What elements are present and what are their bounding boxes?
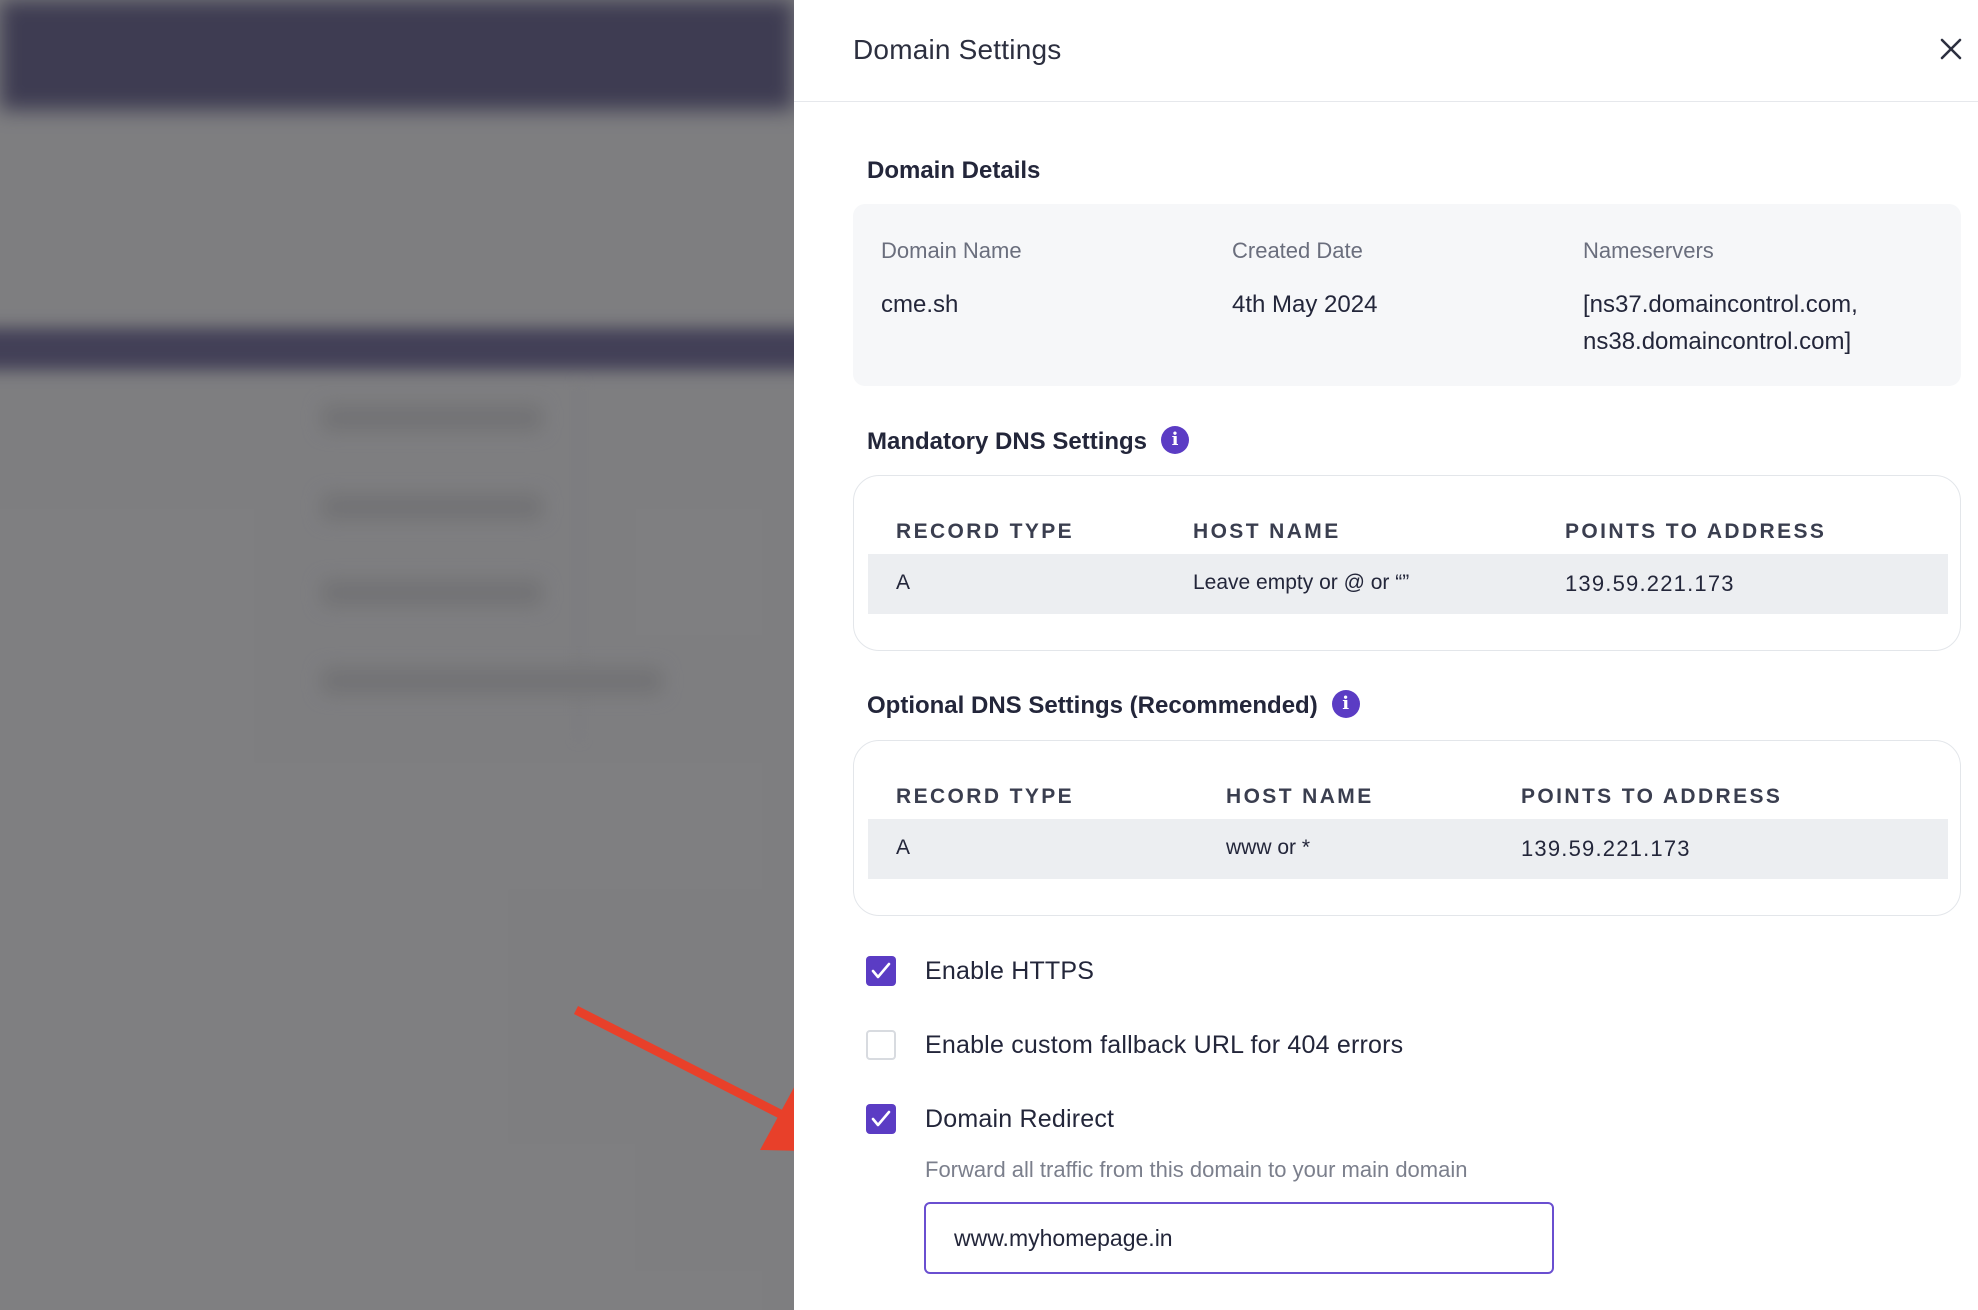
drawer-header: Domain Settings (794, 0, 1978, 102)
created-date-label: Created Date (1232, 238, 1363, 263)
column-header-record-type: RECORD TYPE (896, 520, 1075, 543)
mandatory-dns-title: Mandatory DNS Settings i (867, 425, 1190, 457)
created-date-value: 4th May 2024 (1232, 291, 1378, 318)
info-icon[interactable]: i (1331, 689, 1360, 718)
domain-details-card: Domain Name cme.sh Created Date 4th May … (853, 204, 1961, 386)
points-to-cell: 139.59.221.173 (1521, 836, 1691, 861)
record-type-cell: A (896, 836, 911, 859)
nameservers-field: Nameservers [ns37.domaincontrol.com, ns3… (1583, 238, 1858, 360)
domain-redirect-checkbox[interactable] (866, 1104, 896, 1134)
info-icon[interactable]: i (1161, 425, 1190, 454)
created-date-field: Created Date 4th May 2024 (1232, 238, 1377, 323)
record-type-cell: A (896, 571, 911, 594)
checkmark-icon (871, 962, 891, 979)
domain-name-label: Domain Name (881, 238, 1022, 263)
redirect-url-input[interactable] (924, 1202, 1554, 1274)
nameservers-value: [ns37.domaincontrol.com, ns38.domaincont… (1583, 291, 1858, 355)
close-button[interactable] (1936, 34, 1966, 64)
domain-name-field: Domain Name cme.sh (881, 238, 1022, 323)
domain-details-title: Domain Details (867, 157, 1041, 184)
optional-dns-title-text: Optional DNS Settings (Recommended) (867, 692, 1318, 719)
host-name-cell: Leave empty or @ or “” (1193, 571, 1410, 594)
column-header-points-to: POINTS TO ADDRESS (1565, 520, 1827, 543)
optional-dns-title: Optional DNS Settings (Recommended) i (867, 689, 1360, 721)
mandatory-dns-table: RECORD TYPE HOST NAME POINTS TO ADDRESS … (853, 475, 1961, 651)
enable-https-checkbox[interactable] (866, 956, 896, 986)
domain-redirect-helper-text: Forward all traffic from this domain to … (925, 1157, 1468, 1182)
optional-dns-table: RECORD TYPE HOST NAME POINTS TO ADDRESS … (853, 740, 1961, 916)
domain-redirect-label[interactable]: Domain Redirect (925, 1105, 1114, 1134)
table-row: A Leave empty or @ or “” 139.59.221.173 (868, 554, 1948, 614)
checkmark-icon (871, 1110, 891, 1127)
host-name-cell: www or * (1226, 836, 1311, 859)
drawer-title: Domain Settings (853, 34, 1062, 65)
column-header-host-name: HOST NAME (1226, 785, 1374, 808)
enable-https-label[interactable]: Enable HTTPS (925, 957, 1094, 986)
mandatory-dns-title-text: Mandatory DNS Settings (867, 428, 1148, 455)
column-header-points-to: POINTS TO ADDRESS (1521, 785, 1783, 808)
close-icon (1940, 38, 1962, 60)
domain-name-value: cme.sh (881, 291, 959, 318)
points-to-cell: 139.59.221.173 (1565, 571, 1735, 596)
column-header-host-name: HOST NAME (1193, 520, 1341, 543)
fallback-url-checkbox[interactable] (866, 1030, 896, 1060)
table-row: A www or * 139.59.221.173 (868, 819, 1948, 879)
column-header-record-type: RECORD TYPE (896, 785, 1075, 808)
nameservers-label: Nameservers (1583, 238, 1714, 263)
domain-settings-drawer: Domain Settings Domain Details Domain Na… (794, 0, 1978, 1310)
fallback-url-label[interactable]: Enable custom fallback URL for 404 error… (925, 1031, 1403, 1060)
